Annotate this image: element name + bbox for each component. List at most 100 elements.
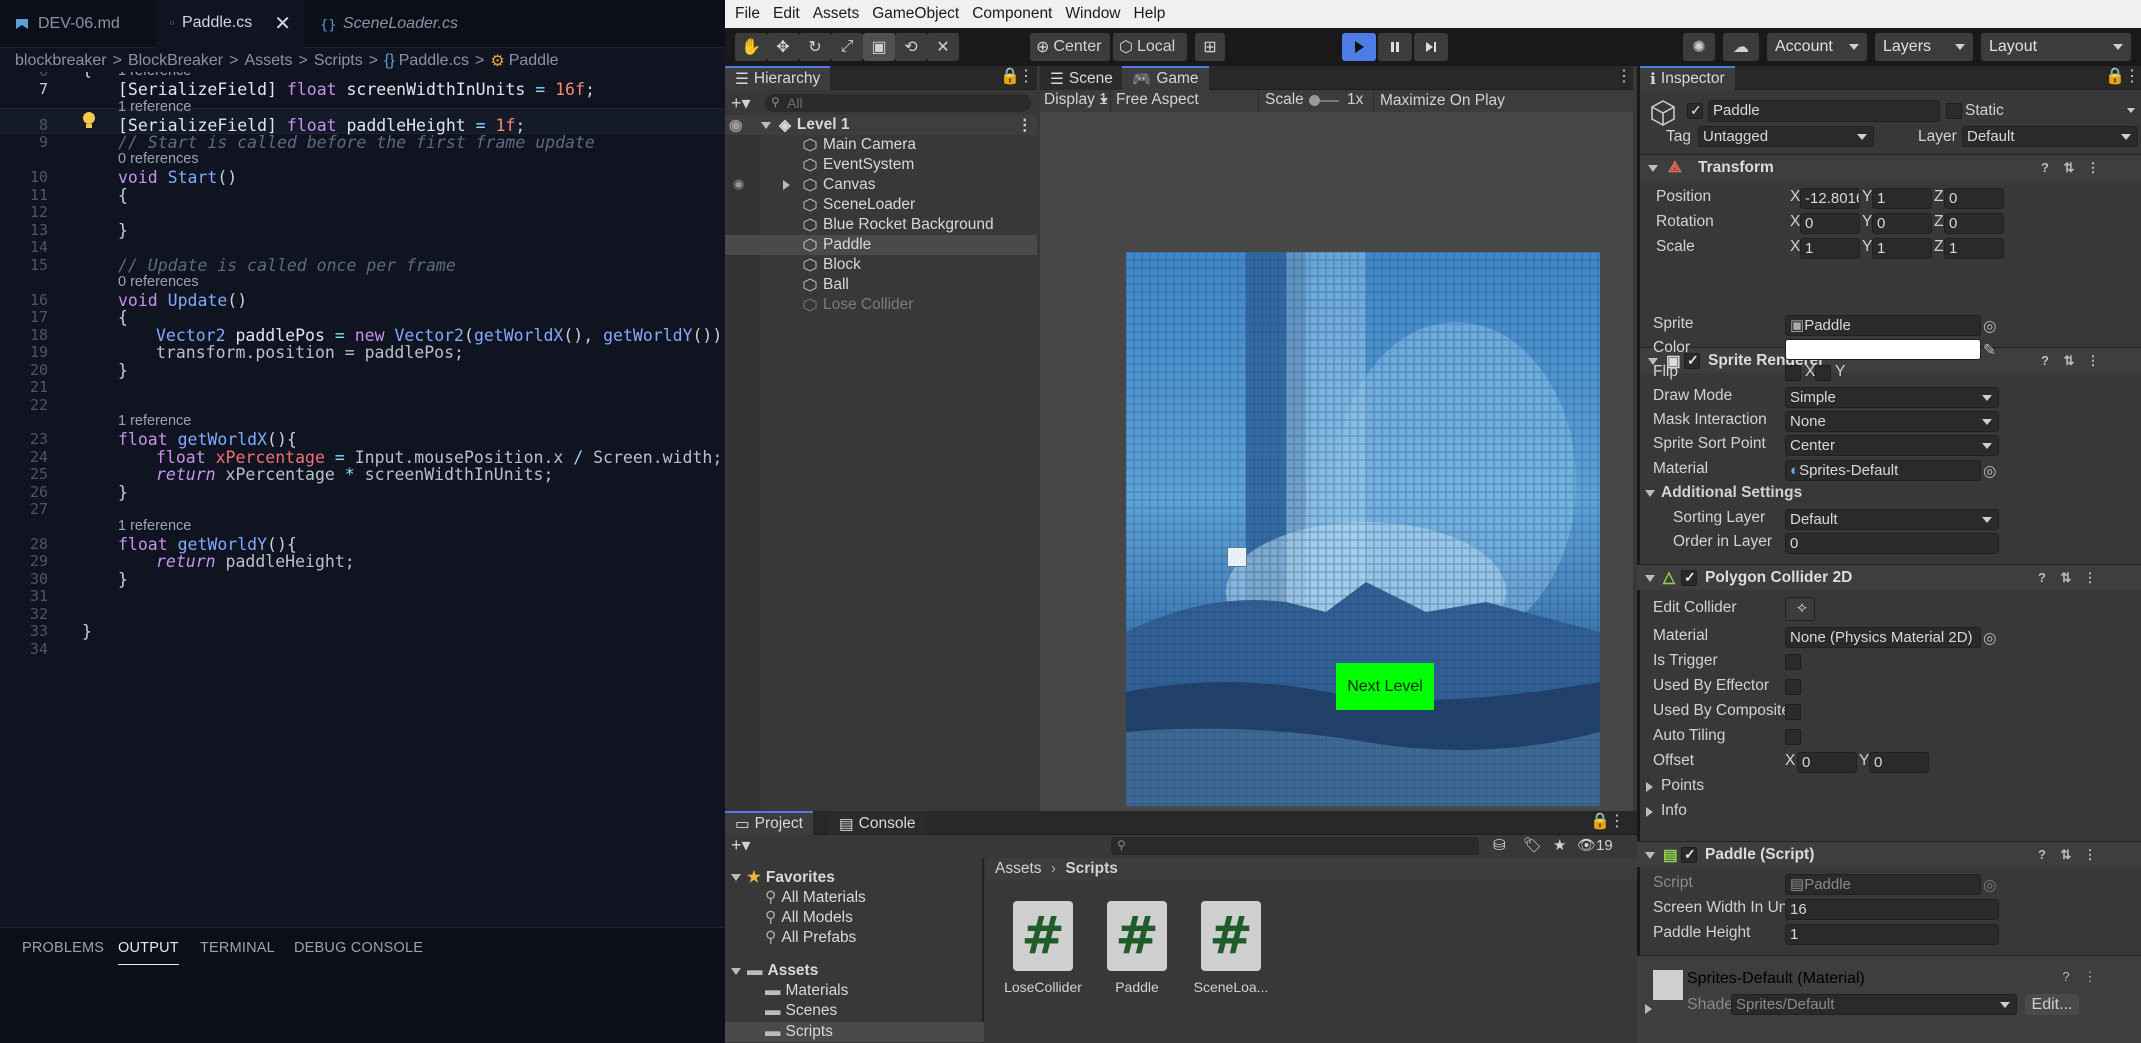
kebab-menu-icon[interactable]: ⋮ [1609, 814, 1625, 830]
preset-icon[interactable]: ⇅ [2059, 571, 2073, 585]
tab-terminal[interactable]: TERMINAL [200, 940, 275, 956]
edit-collider-button[interactable]: ⟡ [1785, 597, 1815, 621]
favorites-node[interactable]: ★ Favorites [731, 868, 835, 887]
grid-snap-icon[interactable]: ⊞ [1195, 33, 1225, 61]
flip-x-checkbox[interactable] [1785, 365, 1801, 381]
codelens-references[interactable]: 0 references [118, 274, 199, 290]
sorting-layer-dropdown[interactable]: Default [1785, 509, 1999, 530]
hierarchy-item[interactable]: Blue Rocket Background [725, 215, 1037, 235]
menu-component[interactable]: Component [972, 5, 1052, 23]
play-button[interactable] [1342, 33, 1376, 61]
expand-arrow-icon[interactable] [761, 121, 771, 129]
rect-tool-icon[interactable]: ▣ [863, 33, 895, 61]
add-icon[interactable]: +▾ [731, 93, 759, 113]
offset-y-field[interactable]: 0 [1869, 752, 1929, 773]
paddle-height-field[interactable]: 1 [1785, 924, 1999, 945]
used-by-composite-checkbox[interactable] [1785, 704, 1801, 720]
services-icon[interactable]: ✺ [1683, 33, 1715, 61]
additional-settings-foldout[interactable]: Additional Settings [1637, 482, 2141, 506]
pivot-local-toggle[interactable]: ⬡ Local [1113, 33, 1187, 61]
breadcrumb-item[interactable]: Scripts [314, 52, 363, 70]
lock-icon[interactable]: 🔒 [1000, 69, 1020, 85]
object-picker-icon[interactable]: ◎ [1983, 317, 1997, 336]
tab-problems[interactable]: PROBLEMS [22, 940, 104, 956]
tab-hierarchy[interactable]: ☰ Hierarchy [725, 66, 831, 90]
kebab-menu-icon[interactable]: ⋮ [2083, 848, 2097, 862]
tab-paddle-cs[interactable]: {} Paddle.cs ✕ [155, 0, 305, 48]
hand-tool-icon[interactable]: ✋ [735, 33, 767, 61]
draw-mode-dropdown[interactable]: Simple [1785, 387, 1999, 408]
preset-icon[interactable]: ⇅ [2059, 848, 2073, 862]
codelens-references[interactable]: 1 reference [118, 518, 191, 534]
scene-row[interactable]: ◉ ◈ Level 1 ⋮ [725, 115, 1037, 135]
menu-window[interactable]: Window [1065, 5, 1120, 23]
add-icon[interactable]: +▾ [731, 835, 751, 856]
hierarchy-item[interactable]: Block [725, 255, 1037, 275]
filter-type-icon[interactable]: ⛁ [1493, 836, 1506, 854]
lightbulb-icon[interactable] [80, 111, 98, 131]
help-icon[interactable]: ? [2035, 848, 2049, 862]
tab-scene[interactable]: ☰ Scene [1040, 66, 1123, 90]
step-button[interactable] [1414, 33, 1448, 61]
folder-item-selected[interactable]: ▬ Scripts [725, 1022, 984, 1042]
kebab-menu-icon[interactable]: ⋮ [1017, 116, 1033, 135]
asset-item[interactable]: # LoseCollider [1003, 901, 1083, 995]
breadcrumb-item[interactable]: Paddle [509, 52, 559, 70]
eye-icon[interactable]: ◉ [733, 176, 744, 192]
kebab-menu-icon[interactable]: ⋮ [2083, 571, 2097, 585]
favorite-item[interactable]: ⚲ All Materials [765, 888, 866, 907]
search-input[interactable]: All [765, 94, 1031, 112]
scale-slider[interactable]: Scale 1x [1258, 90, 1363, 112]
game-viewport[interactable]: Next Level [1041, 112, 1633, 809]
auto-tiling-checkbox[interactable] [1785, 729, 1801, 745]
layers-dropdown[interactable]: Layers [1875, 33, 1973, 61]
breadcrumb-item[interactable]: BlockBreaker [128, 52, 223, 70]
material-field[interactable]: ◐Sprites-Default [1785, 460, 1981, 481]
code-editor[interactable]: 6 7 8 9 10 11 12 13 14 15 16 17 18 19 20… [0, 72, 725, 927]
tab-dev-06-md[interactable]: DEV-06.md [0, 0, 155, 48]
tab-project[interactable]: ▭ Project [725, 811, 813, 835]
offset-x-field[interactable]: 0 [1797, 752, 1857, 773]
folder-item[interactable]: ▬ Materials [765, 982, 848, 1000]
is-trigger-checkbox[interactable] [1785, 654, 1801, 670]
next-level-button[interactable]: Next Level [1336, 663, 1434, 710]
layout-dropdown[interactable]: Layout [1981, 33, 2131, 61]
paddle-script-header[interactable]: ▤ Paddle (Script) ? ⇅ ⋮ [1637, 841, 2141, 867]
hidden-count[interactable]: 👁19 [1577, 836, 1613, 854]
sprite-field[interactable]: ▣Paddle [1785, 315, 1981, 336]
move-tool-icon[interactable]: ✥ [767, 33, 799, 61]
eyedropper-icon[interactable]: ✎ [1983, 341, 1996, 360]
label-icon[interactable]: 🏷 [1523, 836, 1542, 854]
aspect-dropdown[interactable]: Free Aspect [1110, 90, 1319, 112]
tab-console[interactable]: ▤ Console [829, 811, 926, 835]
hierarchy-item[interactable]: EventSystem [725, 155, 1037, 175]
hierarchy-item[interactable]: Main Camera [725, 135, 1037, 155]
asset-item[interactable]: # Paddle [1097, 901, 1177, 995]
maximize-on-play-toggle[interactable]: Maximize On Play [1373, 90, 1505, 112]
menu-gameobject[interactable]: GameObject [872, 5, 959, 23]
used-by-effector-checkbox[interactable] [1785, 679, 1801, 695]
help-icon[interactable]: ? [2035, 571, 2049, 585]
breadcrumb-item[interactable]: Assets [244, 52, 292, 70]
edit-shader-button[interactable]: Edit... [2025, 994, 2079, 1015]
rotate-tool-icon[interactable]: ↻ [799, 33, 831, 61]
pivot-center-toggle[interactable]: ⊕ Center [1030, 33, 1110, 61]
sort-point-dropdown[interactable]: Center [1785, 435, 1999, 456]
pause-button[interactable] [1378, 33, 1412, 61]
tab-output[interactable]: OUTPUT [118, 940, 179, 965]
color-swatch[interactable] [1785, 339, 1981, 360]
kebab-menu-icon[interactable]: ⋮ [1018, 69, 1034, 85]
favorite-item[interactable]: ⚲ All Prefabs [765, 928, 856, 947]
custom-tool-icon[interactable]: ✕ [927, 33, 959, 61]
hierarchy-item-inactive[interactable]: Lose Collider [725, 295, 1037, 315]
info-foldout[interactable]: Info [1637, 800, 2141, 824]
eye-icon[interactable]: ◉ [729, 116, 757, 135]
breadcrumb-item[interactable]: Paddle.cs [399, 52, 469, 70]
physics-material-field[interactable]: None (Physics Material 2D) [1785, 627, 1981, 648]
project-search-input[interactable]: ⚲ [1111, 837, 1479, 855]
menu-file[interactable]: File [735, 5, 760, 23]
tab-game[interactable]: 🎮 Game [1122, 66, 1209, 90]
paddle-sprite[interactable] [1227, 547, 1247, 567]
lock-icon[interactable]: 🔒 [1590, 814, 1610, 830]
codelens-references[interactable]: 1 reference [118, 72, 191, 79]
